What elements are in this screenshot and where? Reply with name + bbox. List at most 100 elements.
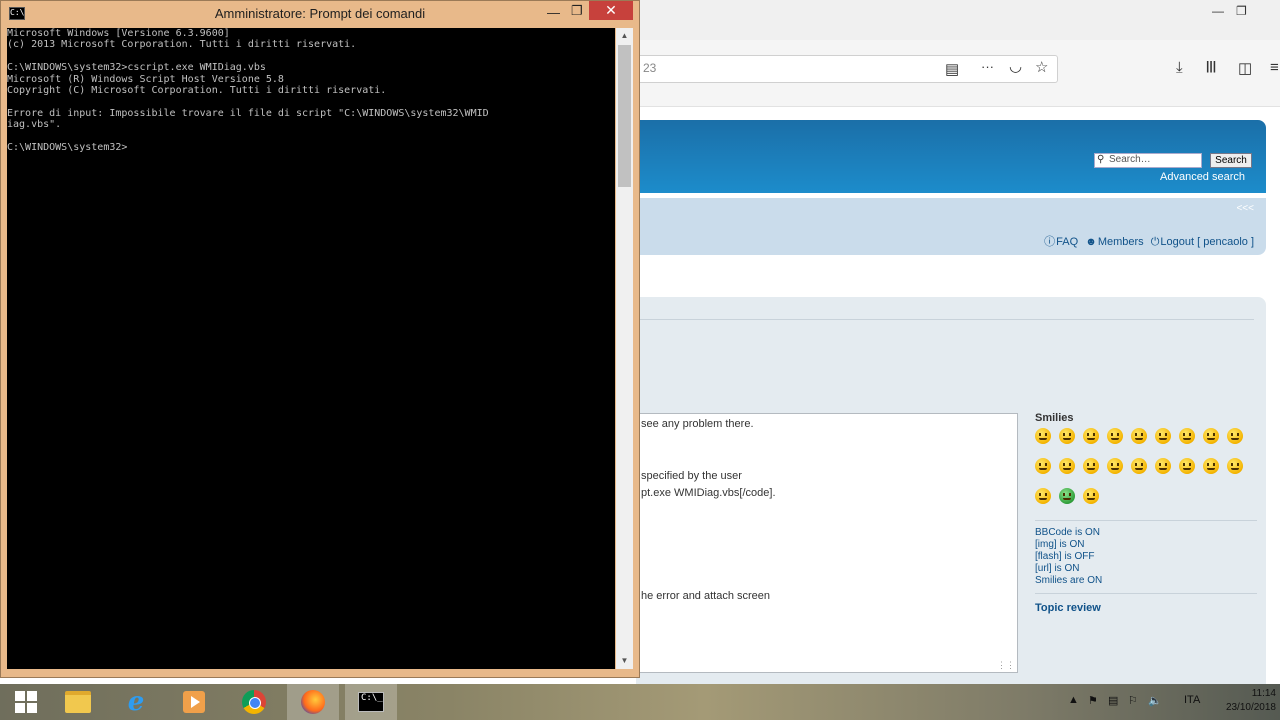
logout-link[interactable]: Logout [ pencaolo ] — [1160, 236, 1254, 248]
smiley-grid — [1035, 428, 1255, 518]
editor-line: specified by the user — [641, 470, 742, 482]
cmd-titlebar[interactable]: C:\ Amministratore: Prompt dei comandi —… — [1, 1, 639, 27]
console-line: C:\WINDOWS\system32> — [7, 142, 128, 154]
smilies-status[interactable]: Smilies are ON — [1035, 575, 1257, 587]
smiley-icon[interactable] — [1227, 458, 1243, 474]
browser-restore-button[interactable]: ❐ — [1236, 4, 1247, 18]
console-text: Microsoft Windows [Versione 6.3.9600] (c)… — [7, 28, 615, 153]
bbcode-status[interactable]: BBCode is ON — [1035, 527, 1257, 539]
smiley-icon[interactable] — [1203, 458, 1219, 474]
members-link[interactable]: Members — [1098, 236, 1144, 248]
collapse-toggle[interactable]: <<< — [1236, 203, 1254, 214]
maximize-button[interactable]: ❐ — [571, 3, 583, 19]
smiley-icon[interactable] — [1059, 458, 1075, 474]
smiley-icon[interactable] — [1059, 428, 1075, 444]
reader-view-icon[interactable]: ▤ — [945, 60, 959, 78]
smiley-icon[interactable] — [1131, 428, 1147, 444]
faq-link[interactable]: FAQ — [1056, 236, 1078, 248]
post-panel: see any problem there. specified by the … — [636, 297, 1266, 684]
smiley-icon[interactable] — [1083, 428, 1099, 444]
message-editor[interactable]: see any problem there. specified by the … — [636, 413, 1018, 673]
divider — [636, 319, 1254, 320]
bbcode-status-list: BBCode is ON [img] is ON [flash] is OFF … — [1035, 527, 1257, 587]
resize-grip-icon[interactable]: ⋮⋮ — [997, 660, 1015, 671]
taskbar-firefox[interactable] — [287, 684, 339, 720]
vertical-scrollbar[interactable]: ▲ ▼ — [616, 28, 633, 669]
command-prompt-window: C:\ Amministratore: Prompt dei comandi —… — [0, 0, 640, 678]
show-hidden-icons-icon[interactable]: ▲ — [1068, 694, 1079, 706]
smiley-icon[interactable] — [1107, 428, 1123, 444]
address-bar[interactable]: 23 ▤ ··· ◡ ☆ — [636, 55, 1058, 83]
smiley-icon[interactable] — [1107, 458, 1123, 474]
window-title: Amministratore: Prompt dei comandi — [214, 6, 426, 21]
internet-explorer-icon: e — [127, 687, 145, 717]
console-line: iag.vbs". — [7, 119, 62, 131]
smilies-panel: Smilies BBCode is ON [img] is ON [flash]… — [1035, 412, 1257, 614]
topic-review-link[interactable]: Topic review — [1035, 602, 1257, 614]
start-button[interactable] — [0, 684, 52, 720]
smiley-icon[interactable] — [1203, 428, 1219, 444]
smiley-icon[interactable] — [1059, 488, 1075, 504]
volume-icon[interactable]: 🔈 — [1148, 694, 1162, 707]
forum-header: ⚲ Search… Search Advanced search — [636, 120, 1266, 193]
smiley-icon[interactable] — [1083, 458, 1099, 474]
taskbar-media-player[interactable] — [168, 684, 220, 720]
language-indicator[interactable]: ITA — [1184, 694, 1200, 706]
minimize-button[interactable]: — — [547, 5, 560, 20]
divider — [1035, 593, 1257, 594]
scroll-thumb[interactable] — [618, 45, 631, 187]
smiley-icon[interactable] — [1155, 458, 1171, 474]
taskbar: e C:\_ ▲ ⚑ ▤ ⚐ 🔈 ITA 11:14 23/10/2018 — [0, 684, 1280, 720]
taskbar-chrome[interactable] — [228, 684, 280, 720]
console-output[interactable]: Microsoft Windows [Versione 6.3.9600] (c)… — [7, 28, 615, 669]
divider — [1035, 520, 1257, 521]
taskbar-command-prompt[interactable]: C:\_ — [345, 684, 397, 720]
bookmark-star-icon[interactable]: ☆ — [1035, 58, 1048, 76]
firefox-icon — [301, 690, 325, 714]
console-line: Copyright (C) Microsoft Corporation. Tut… — [7, 85, 387, 97]
network-icon[interactable]: ▤ — [1108, 694, 1118, 707]
editor-line: see any problem there. — [641, 418, 754, 430]
library-icon[interactable]: ||| — [1206, 59, 1216, 73]
scroll-up-arrow-icon[interactable]: ▲ — [616, 28, 633, 44]
smilies-title: Smilies — [1035, 412, 1074, 424]
clock-time: 11:14 — [1251, 688, 1276, 699]
smiley-icon[interactable] — [1179, 458, 1195, 474]
clock-date: 23/10/2018 — [1225, 702, 1276, 713]
smiley-icon[interactable] — [1179, 428, 1195, 444]
smiley-icon[interactable] — [1035, 428, 1051, 444]
sidebar-icon[interactable]: ◫ — [1238, 59, 1252, 77]
faq-icon: ⓘ — [1044, 236, 1056, 248]
smiley-icon[interactable] — [1035, 458, 1051, 474]
taskbar-internet-explorer[interactable]: e — [110, 684, 162, 720]
address-bar-text: 23 — [643, 61, 657, 75]
browser-minimize-button[interactable]: — — [1212, 4, 1224, 18]
members-icon: ☻ — [1085, 236, 1097, 248]
scroll-down-arrow-icon[interactable]: ▼ — [616, 653, 633, 669]
smiley-icon[interactable] — [1131, 458, 1147, 474]
system-tray: ▲ ⚑ ▤ ⚐ 🔈 ITA 11:14 23/10/2018 — [1060, 684, 1280, 720]
search-button[interactable]: Search — [1210, 153, 1252, 168]
menu-icon[interactable]: ≡ — [1270, 59, 1279, 76]
url-status: [url] is ON — [1035, 563, 1080, 574]
smiley-icon[interactable] — [1083, 488, 1099, 504]
search-input[interactable]: ⚲ Search… — [1094, 153, 1202, 168]
smiley-icon[interactable] — [1155, 428, 1171, 444]
taskbar-file-explorer[interactable] — [52, 684, 104, 720]
console-line: C:\WINDOWS\system32>cscript.exe WMIDiag.… — [7, 62, 266, 74]
advanced-search-link[interactable]: Advanced search — [1160, 171, 1245, 183]
pocket-icon[interactable]: ◡ — [1009, 57, 1022, 75]
action-center-icon[interactable]: ⚐ — [1128, 694, 1138, 707]
smiley-icon[interactable] — [1227, 428, 1243, 444]
download-icon[interactable]: ⤓ — [1176, 59, 1183, 76]
security-icon[interactable]: ⚑ — [1088, 694, 1098, 707]
clock[interactable]: 11:14 23/10/2018 — [1226, 687, 1276, 715]
close-button[interactable]: ✕ — [589, 1, 633, 20]
more-icon[interactable]: ··· — [981, 59, 994, 74]
smiley-icon[interactable] — [1035, 488, 1051, 504]
editor-line: pt.exe WMIDiag.vbs[/code]. — [641, 487, 776, 499]
editor-line: he error and attach screen — [641, 590, 771, 602]
